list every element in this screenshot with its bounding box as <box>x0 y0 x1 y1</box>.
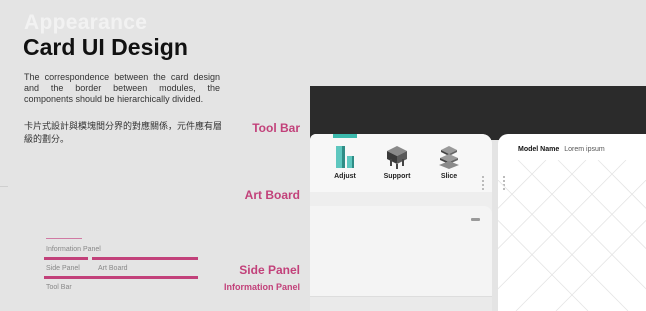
tool-bar: Adjust Support Slice <box>310 134 492 192</box>
top-bar <box>310 86 646 140</box>
tool-slice[interactable]: Slice <box>426 144 472 188</box>
layout-legend: Information Panel Side Panel Art Board T… <box>44 238 199 298</box>
description-english: The correspondence between the card desi… <box>24 72 220 104</box>
support-icon <box>374 144 420 170</box>
legend-bar-side-panel <box>44 257 88 260</box>
divider <box>0 186 8 187</box>
drag-handle[interactable] <box>482 174 488 194</box>
information-panel-card: Model Name Lorem ipsum <box>498 134 646 311</box>
legend-art-board: Art Board <box>98 265 128 272</box>
adjust-icon <box>322 144 368 170</box>
label-side-panel: Side Panel <box>239 263 300 277</box>
legend-information-panel: Information Panel <box>46 246 101 253</box>
viewport-grid <box>498 160 646 311</box>
tool-adjust[interactable]: Adjust <box>322 144 368 188</box>
side-panel-card: Adjust Support Slice <box>310 134 492 311</box>
app-mockup: Adjust Support Slice Model Name Lorem ip… <box>310 86 646 311</box>
legend-bar-tool-bar <box>44 276 198 279</box>
legend-marker-top <box>46 238 82 239</box>
slice-icon <box>426 144 472 170</box>
tool-label: Slice <box>440 173 458 180</box>
section-eyebrow: Appearance <box>24 11 148 34</box>
footer-card <box>310 296 492 311</box>
label-tool-bar: Tool Bar <box>252 121 300 135</box>
model-name-label: Model Name <box>518 146 560 153</box>
legend-bar-art-board <box>92 257 198 260</box>
tool-support[interactable]: Support <box>374 144 420 188</box>
model-name-row: Model Name Lorem ipsum <box>518 146 605 153</box>
label-art-board: Art Board <box>244 188 300 202</box>
active-tool-indicator <box>333 134 357 138</box>
model-name-value[interactable]: Lorem ipsum <box>564 146 604 153</box>
legend-tool-bar: Tool Bar <box>46 284 72 291</box>
tool-label: Adjust <box>334 173 356 180</box>
collapse-icon[interactable] <box>471 218 480 221</box>
description-chinese: 卡片式設計與模塊間分界的對應關係，元件應有層級的劃分。 <box>24 121 223 144</box>
page-title: Card UI Design <box>23 34 188 60</box>
tool-label: Support <box>383 173 411 180</box>
legend-side-panel: Side Panel <box>46 265 80 272</box>
